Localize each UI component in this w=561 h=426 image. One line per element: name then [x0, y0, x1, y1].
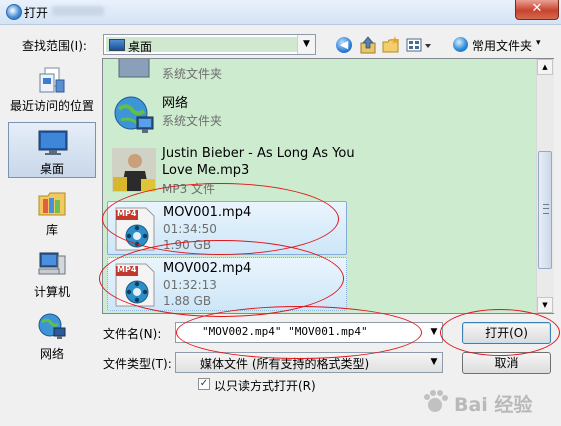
window-title: 打开 — [24, 6, 49, 20]
scroll-up-button[interactable]: ▲ — [537, 59, 553, 75]
scroll-down-button[interactable]: ▼ — [537, 297, 553, 313]
up-folder-button[interactable] — [358, 35, 378, 55]
chevron-down-icon[interactable]: ▼ — [297, 35, 315, 54]
list-item[interactable]: 系统文件夹 — [107, 59, 347, 91]
views-menu-button[interactable] — [405, 35, 433, 55]
folder-icon — [118, 59, 150, 78]
new-folder-icon — [382, 36, 399, 53]
network-icon — [38, 313, 66, 339]
item-type: 系统文件夹 — [162, 114, 223, 128]
list-item[interactable]: 网络 系统文件夹 — [107, 89, 347, 143]
album-art-icon — [112, 148, 156, 192]
look-in-selection: 桌面 — [106, 37, 298, 54]
read-only-label: 以只读方式打开(R) — [214, 379, 316, 393]
place-label: 桌面 — [39, 162, 64, 176]
common-folders-button[interactable]: 常用文件夹 ▾ — [451, 36, 551, 54]
look-in-combo[interactable]: 桌面 ▼ — [103, 34, 316, 55]
grip-icon — [543, 204, 549, 214]
file-type-label: 文件类型(T): — [103, 357, 172, 371]
item-name-line2: Love Me.mp3 — [162, 163, 250, 178]
paw-logo-icon — [424, 390, 448, 412]
new-folder-button[interactable] — [381, 35, 401, 55]
views-icon — [406, 38, 431, 52]
look-in-value: 桌面 — [128, 40, 153, 54]
vertical-scrollbar[interactable]: ▲ ▼ — [536, 59, 554, 313]
place-label: 网络 — [39, 347, 64, 361]
computer-icon — [38, 252, 66, 275]
file-name-label: 文件名(N): — [103, 327, 162, 341]
chevron-down-icon: ▾ — [536, 38, 541, 48]
app-icon — [6, 4, 22, 20]
place-label: 最近访问的位置 — [9, 99, 94, 113]
network-globe-icon — [114, 96, 154, 133]
desktop-icon — [38, 130, 68, 155]
look-in-label: 查找范围(I): — [22, 39, 87, 53]
desktop-icon — [109, 39, 125, 51]
globe-icon — [453, 37, 468, 52]
annotation-ellipse — [176, 306, 422, 359]
library-icon — [38, 192, 66, 216]
item-type: 系统文件夹 — [162, 67, 223, 81]
watermark-text: Bai 经验 — [454, 394, 533, 416]
common-folders-label: 常用文件夹 — [472, 39, 533, 53]
place-library[interactable]: 库 — [8, 184, 96, 240]
place-desktop[interactable]: 桌面 — [8, 122, 96, 178]
item-name: Justin Bieber - As Long As You — [162, 146, 355, 161]
place-recent[interactable]: 最近访问的位置 — [8, 62, 96, 118]
blurred-title-region — [52, 6, 104, 16]
close-button[interactable]: ✕ — [515, 0, 559, 20]
place-label: 计算机 — [33, 285, 70, 299]
annotation-ellipse — [440, 309, 560, 356]
up-folder-icon — [360, 36, 376, 54]
back-arrow-icon: ◀ — [336, 37, 352, 53]
chevron-down-icon: ▼ — [430, 357, 438, 367]
place-label: 库 — [45, 223, 58, 237]
recent-places-icon — [39, 67, 65, 93]
back-button[interactable]: ◀ — [334, 35, 354, 55]
scroll-thumb[interactable] — [538, 151, 552, 269]
item-name: 网络 — [162, 96, 189, 111]
read-only-checkbox[interactable]: ✓ — [198, 378, 210, 390]
place-computer[interactable]: 计算机 — [8, 246, 96, 302]
watermark: Bai 经验 — [418, 380, 558, 424]
place-network[interactable]: 网络 — [8, 308, 96, 364]
places-bar: 最近访问的位置 桌面 库 计算机 网络 — [4, 58, 100, 370]
